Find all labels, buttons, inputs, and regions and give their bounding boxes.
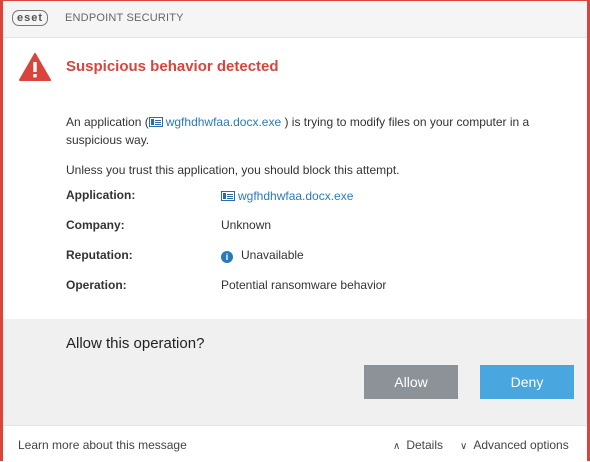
reputation-value: i Unavailable bbox=[221, 248, 304, 263]
application-file-icon bbox=[221, 191, 235, 201]
reputation-text: Unavailable bbox=[241, 248, 304, 262]
title-bar: eset ENDPOINT SECURITY bbox=[3, 1, 587, 38]
chevron-down-icon: ∨ bbox=[460, 441, 468, 452]
operation-label: Operation: bbox=[66, 278, 127, 292]
description-suffix: ) is trying to modify files on your comp… bbox=[284, 115, 530, 129]
action-question: Allow this operation? bbox=[66, 335, 205, 352]
recommendation-text: Unless you trust this application, you s… bbox=[66, 163, 400, 177]
learn-more-link[interactable]: Learn more about this message bbox=[18, 438, 187, 452]
application-label: Application: bbox=[66, 188, 136, 202]
product-name: ENDPOINT SECURITY bbox=[65, 12, 184, 24]
warning-triangle-icon bbox=[19, 53, 51, 81]
details-toggle[interactable]: ∧ Details bbox=[393, 438, 443, 452]
eset-logo: eset bbox=[12, 10, 49, 26]
details-label: Details bbox=[406, 438, 444, 452]
info-icon: i bbox=[221, 251, 233, 263]
description-prefix: An application ( bbox=[66, 115, 149, 129]
description: An application ( wgfhdhwfaa.docx.exe ) is… bbox=[66, 113, 529, 149]
deny-button[interactable]: Deny bbox=[480, 365, 574, 399]
alert-title: Suspicious behavior detected bbox=[66, 58, 279, 75]
description-line2: suspicious way. bbox=[66, 133, 150, 147]
advanced-options-toggle[interactable]: ∨ Advanced options bbox=[460, 438, 569, 452]
alert-window: eset ENDPOINT SECURITY Suspicious behavi… bbox=[0, 0, 590, 462]
chevron-up-icon: ∧ bbox=[393, 441, 401, 452]
company-value-link[interactable]: Unknown bbox=[221, 218, 271, 232]
company-label: Company: bbox=[66, 218, 125, 232]
allow-button[interactable]: Allow bbox=[364, 365, 458, 399]
application-value-link[interactable]: wgfhdhwfaa.docx.exe bbox=[238, 189, 353, 203]
advanced-options-label: Advanced options bbox=[473, 438, 569, 452]
application-link[interactable]: wgfhdhwfaa.docx.exe bbox=[166, 115, 281, 129]
operation-value: Potential ransomware behavior bbox=[221, 278, 387, 292]
reputation-label: Reputation: bbox=[66, 248, 133, 262]
application-value: wgfhdhwfaa.docx.exe bbox=[221, 189, 353, 203]
application-file-icon bbox=[148, 117, 163, 127]
